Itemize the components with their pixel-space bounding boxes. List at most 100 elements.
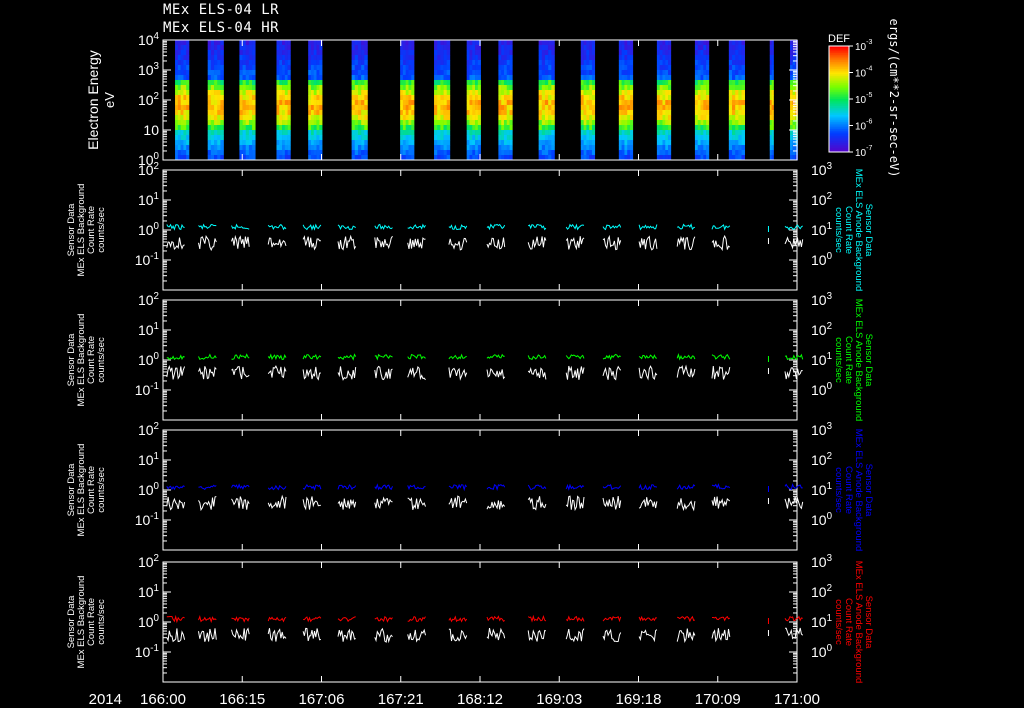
spectrogram-cell [478,115,481,120]
spectrogram-cell [770,70,772,75]
spectrogram-cell [507,40,510,45]
spectrogram-cell [408,125,411,130]
spectrogram-cell [475,50,478,55]
spectrogram-cell [406,90,409,95]
spectrogram-cell [668,50,671,55]
spectrogram-cell [662,145,665,150]
spectrogram-cell [695,145,698,150]
spectrogram-cell [208,95,211,100]
spectrogram-cell [447,65,450,70]
spectrogram-cell [790,100,793,105]
series-segment [199,225,217,229]
spectrogram-cell [660,135,663,140]
spectrogram-cell [434,75,437,80]
spectrogram-cell [311,60,314,65]
spectrogram-cell [581,85,584,90]
spectrogram-cell [498,95,501,100]
spectrogram-cell [790,40,793,45]
spectrogram-cell [475,120,478,125]
spectrogram-cell [622,70,625,75]
spectrogram-cell [539,100,542,105]
spectrogram-cell [589,95,592,100]
spectrogram-cell [551,95,554,100]
spectrogram-cell [698,140,701,145]
spectrogram-cell [507,100,510,105]
spectrogram-cell [220,145,223,150]
spectrogram-cell [592,85,595,90]
spectrogram-cell [246,110,249,115]
spectrogram-cell [282,75,285,80]
spectrogram-cell [732,50,735,55]
spectrogram-cell [364,60,367,65]
spectrogram-cell [657,65,660,70]
spectrogram-cell [181,95,184,100]
spectrogram-cell [627,50,630,55]
spectrogram-cell [282,85,285,90]
spectrogram-cell [411,55,414,60]
spectrogram-cell [411,65,414,70]
spectrogram-cell [308,45,311,50]
spectrogram-cell [703,125,706,130]
spectrogram-cell [619,80,622,85]
spectrogram-cell [311,50,314,55]
series-segment [449,225,467,229]
series-segment [303,225,321,230]
spectrogram-cell [592,120,595,125]
series-segment [528,225,546,230]
spectrogram-cell [742,90,745,95]
spectrogram-cell [665,140,668,145]
spectrogram-cell [662,120,665,125]
spectrogram-cell [279,80,282,85]
spectrogram-cell [539,65,542,70]
spectrogram-cell [790,110,793,115]
spectrogram-cell [364,135,367,140]
spectrogram-cell [732,40,735,45]
series-segment [528,496,546,509]
spectrogram-cell [214,125,217,130]
spectrogram-cell [548,115,551,120]
spectrogram-cell [627,140,630,145]
spectrogram-cell [624,60,627,65]
spectrogram-cell [319,140,322,145]
spectrogram-cell [285,115,288,120]
spectrogram-cell [355,80,358,85]
spectrogram-cell [288,75,291,80]
spectrogram-cell [252,60,255,65]
series-segment [566,485,584,489]
series-segment [338,236,356,249]
spectrogram-cell [732,90,735,95]
spectrogram-cell [589,40,592,45]
spectrogram-cell [472,70,475,75]
spectrogram-cell [630,135,633,140]
spectrogram-cell [319,90,322,95]
spectrogram-cell [361,110,364,115]
series-segment [603,355,621,360]
series-segment [232,237,250,249]
spectrogram-cell [434,40,437,45]
spectrogram-cell [411,130,414,135]
spectrogram-cell [211,60,214,65]
spectrogram-cell [364,110,367,115]
spectrogram-cell [361,135,364,140]
spectrogram-cell [478,60,481,65]
spectrogram-cell [186,90,189,95]
spectrogram-cell [542,105,545,110]
spectrogram-cell [665,75,668,80]
spectrogram-cell [772,40,774,45]
spectrogram-cell [181,75,184,80]
spectrogram-cell [400,110,403,115]
spectrogram-cell [657,80,660,85]
spectrogram-cell [592,145,595,150]
spectrogram-cell [695,55,698,60]
spectrogram-cell [545,110,548,115]
spectrogram-cell [444,140,447,145]
spectrogram-cell [181,145,184,150]
time-tick-label: 166:00 [140,691,186,708]
spectrogram-cell [311,40,314,45]
spectrogram-cell [735,125,738,130]
spectrogram-cell [581,140,584,145]
spectrogram-cell [657,75,660,80]
spectrogram-cell [186,75,189,80]
spectrogram-cell [630,90,633,95]
spectrogram-cell [542,110,545,115]
